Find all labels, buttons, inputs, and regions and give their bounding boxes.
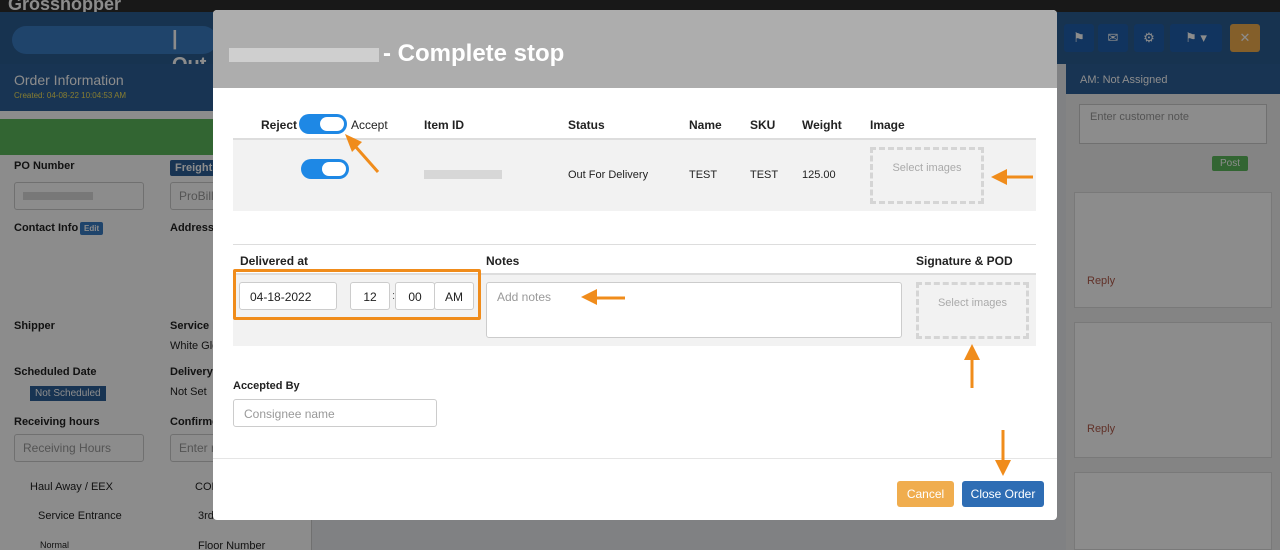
arrow-icon [991,169,1033,185]
arrow-icon [581,289,625,305]
arrow-icon [995,430,1011,476]
annotation-arrows [345,134,1033,476]
arrow-icon [345,134,380,173]
arrow-icon [964,344,980,388]
